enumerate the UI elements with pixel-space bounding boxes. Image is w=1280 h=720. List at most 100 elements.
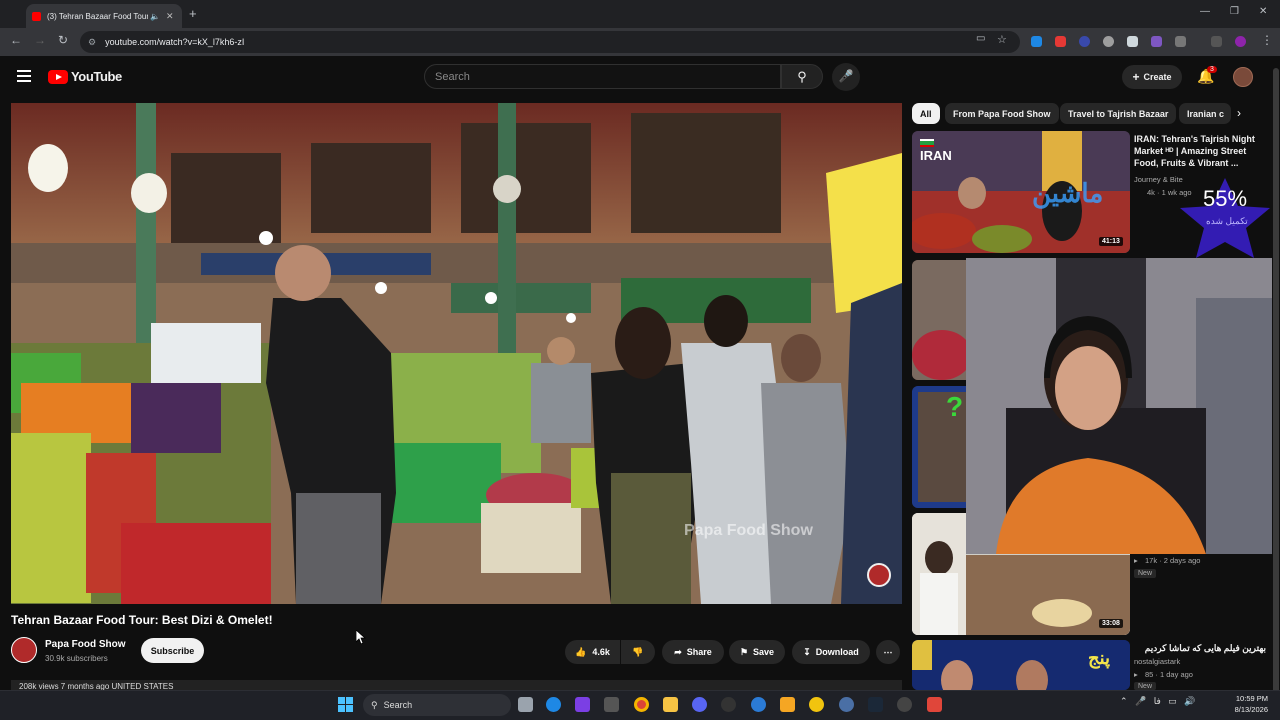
extension-icon[interactable]	[1103, 36, 1114, 47]
file-explorer-icon[interactable]	[663, 697, 678, 712]
address-bar[interactable]: ⚙ youtube.com/watch?v=kX_l7kh6-zI	[80, 31, 1020, 53]
video-watermark: Papa Food Show	[684, 522, 813, 539]
media-player-icon[interactable]	[897, 697, 912, 712]
channel-avatar[interactable]	[11, 637, 37, 663]
shield-icon[interactable]	[1127, 36, 1138, 47]
recommended-meta: 85 · 1 day ago	[1145, 670, 1193, 679]
thumbs-down-icon: 👎	[632, 646, 644, 657]
recommended-title[interactable]: بهترین فیلم هایی که تماشا کردیم	[1134, 642, 1266, 654]
dislike-button[interactable]: 👎	[621, 640, 655, 664]
bookmark-star-icon[interactable]: ☆	[997, 33, 1007, 46]
bookmark-icon: ⚑	[739, 646, 749, 657]
thumbnail-label: پنج	[1088, 648, 1111, 668]
recommended-meta: 17k · 2 days ago	[1145, 556, 1201, 565]
svg-text:?: ?	[946, 391, 963, 422]
mic-icon[interactable]: 🎤	[832, 63, 860, 91]
like-button[interactable]: 👍 4.6k	[565, 640, 620, 664]
recommended-channel[interactable]: nostalgiastark	[1134, 657, 1180, 666]
recommended-thumbnail[interactable]: ?	[912, 386, 966, 508]
account-avatar[interactable]	[1233, 67, 1253, 87]
chip-all[interactable]: All	[912, 103, 940, 124]
download-button[interactable]: ↧ Download	[792, 640, 870, 664]
video-duration: 33:08	[1099, 619, 1123, 628]
more-actions-button[interactable]: ⋯	[876, 640, 900, 664]
forward-arrow-icon[interactable]: →	[34, 33, 46, 47]
search-button[interactable]: ⚲	[781, 64, 823, 89]
app-icon[interactable]	[927, 697, 942, 712]
taskbar-clock[interactable]: 10:59 PM 8/13/2026	[1226, 693, 1268, 715]
discord-icon[interactable]	[692, 697, 707, 712]
back-arrow-icon[interactable]: ←	[10, 33, 22, 47]
app-icon[interactable]	[839, 697, 854, 712]
minimize-icon[interactable]: —	[1200, 6, 1210, 17]
chrome-icon[interactable]	[634, 697, 649, 712]
cast-icon[interactable]: ▭	[976, 33, 985, 44]
thumbnail-label: IRAN	[920, 148, 952, 163]
app-icon[interactable]	[809, 697, 824, 712]
extension-icon[interactable]	[1031, 36, 1042, 47]
channel-name[interactable]: Papa Food Show	[45, 639, 126, 650]
browser-tab[interactable]: (3) Tehran Bazaar Food Tour: Best... 🔈 ✕	[26, 4, 182, 28]
chevron-right-icon[interactable]: ›	[1237, 106, 1241, 120]
subscribe-button[interactable]: Subscribe	[141, 638, 204, 663]
extension-icon[interactable]	[1079, 36, 1090, 47]
thumbs-up-icon: 👍	[575, 646, 587, 657]
speaker-icon[interactable]: 🔈	[150, 12, 160, 21]
recommended-thumbnail[interactable]	[912, 260, 966, 380]
save-button[interactable]: ⚑ Save	[729, 640, 785, 664]
more-dots-icon: ⋯	[883, 646, 893, 657]
reload-icon[interactable]: ↻	[58, 33, 68, 47]
extension-icon[interactable]	[1055, 36, 1066, 47]
close-tab-icon[interactable]: ✕	[166, 11, 176, 22]
app-icon[interactable]	[780, 697, 795, 712]
more-menu-icon[interactable]: ⋮	[1261, 33, 1273, 47]
chip-travel[interactable]: Travel to Tajrish Bazaar	[1060, 103, 1177, 124]
browser-tab-strip: (3) Tehran Bazaar Food Tour: Best... 🔈 ✕…	[0, 0, 1280, 28]
recommended-title[interactable]: IRAN: Tehran's Tajrish Night Market ᴴᴰ |…	[1134, 133, 1266, 169]
share-icon: ➦	[674, 646, 682, 657]
download-icon: ↧	[803, 646, 811, 657]
windows-start-icon[interactable]	[338, 697, 353, 712]
menu-icon[interactable]	[17, 70, 31, 82]
overlay-progress-percent: 55%	[1203, 186, 1248, 211]
search-icon: ⚲	[371, 699, 378, 710]
app-icon[interactable]	[721, 697, 736, 712]
puzzle-icon[interactable]	[1175, 36, 1186, 47]
task-view-icon[interactable]	[518, 697, 533, 712]
system-tray[interactable]: ⌃ 🎤 فا ▭ 🔊	[1120, 696, 1196, 707]
channel-watermark-icon[interactable]	[867, 563, 891, 587]
new-tab-button[interactable]: +	[189, 6, 197, 21]
page-scrollbar[interactable]	[1272, 60, 1280, 708]
chip-from-channel[interactable]: From Papa Food Show	[945, 103, 1059, 124]
profile-icon[interactable]	[1235, 36, 1246, 47]
youtube-play-icon	[48, 69, 68, 84]
restore-icon[interactable]: ❐	[1230, 6, 1239, 17]
taskbar-search[interactable]: ⚲ Search	[363, 694, 511, 716]
youtube-logo[interactable]: YouTube	[48, 69, 122, 84]
steam-icon[interactable]	[868, 697, 883, 712]
reading-list-icon[interactable]	[1211, 36, 1222, 47]
app-icon[interactable]	[575, 697, 590, 712]
site-info-icon[interactable]: ⚙	[88, 37, 96, 48]
app-icon[interactable]	[604, 697, 619, 712]
search-input[interactable]: Search	[424, 64, 781, 89]
browser-toolbar: ← → ↻ ⚙ youtube.com/watch?v=kX_l7kh6-zI …	[0, 28, 1280, 56]
share-button[interactable]: ➦ Share	[662, 640, 724, 664]
live-icon: ▸	[1134, 556, 1138, 565]
new-badge: New	[1134, 682, 1157, 690]
youtube-header: YouTube Search ⚲ 🎤 + Create 🔔 3	[0, 56, 1280, 100]
live-icon: ▸	[1134, 670, 1138, 679]
close-window-icon[interactable]: ✕	[1259, 6, 1267, 17]
chip-iranian[interactable]: Iranian c	[1179, 103, 1231, 124]
webcam-image	[966, 258, 1280, 554]
overlay-persian-text: ماشین	[1032, 178, 1104, 208]
create-button[interactable]: + Create	[1122, 65, 1182, 89]
new-badge: New	[1134, 569, 1157, 578]
app-icon[interactable]	[751, 697, 766, 712]
youtube-favicon-icon	[32, 11, 41, 21]
recommended-thumbnail[interactable]: پنج	[912, 640, 1130, 690]
subscriber-count: 30.9k subscribers	[45, 654, 108, 663]
url-text: youtube.com/watch?v=kX_l7kh6-zI	[105, 37, 245, 47]
edge-icon[interactable]	[546, 697, 561, 712]
extension-icon[interactable]	[1151, 36, 1162, 47]
